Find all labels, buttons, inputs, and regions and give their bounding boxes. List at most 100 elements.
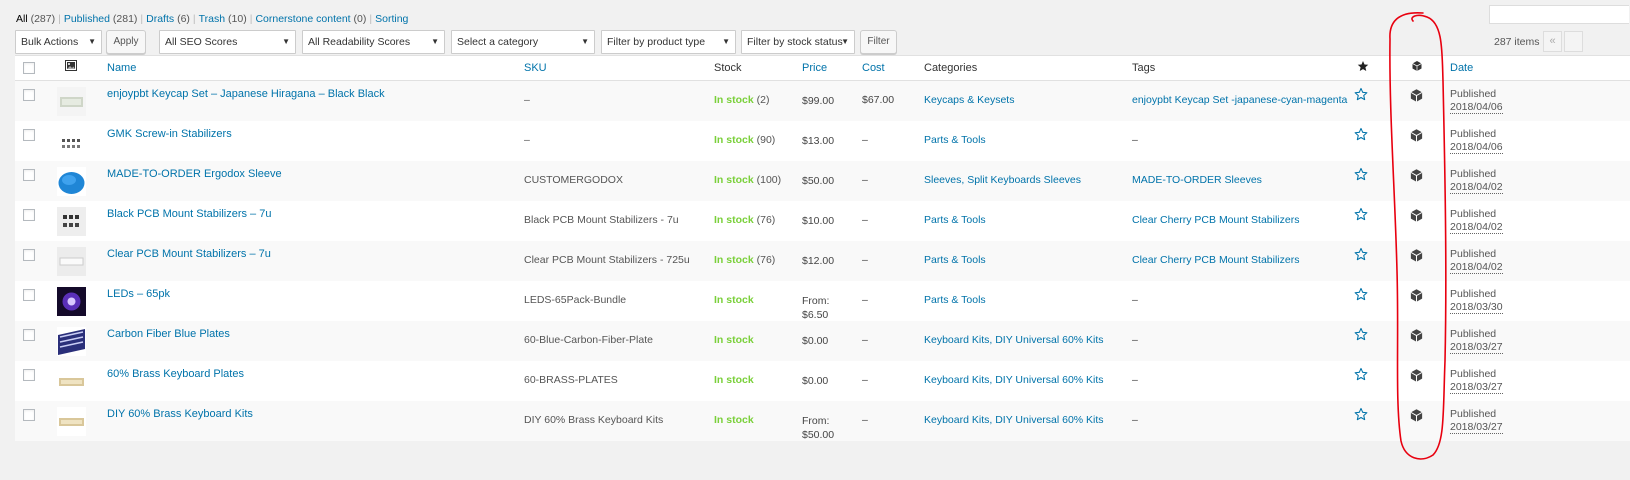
status-link-all[interactable]: All	[16, 13, 28, 25]
product-thumbnail[interactable]	[57, 287, 86, 316]
filter-button[interactable]: Filter	[860, 30, 897, 54]
star-outline-icon[interactable]	[1354, 207, 1368, 224]
product-thumbnail[interactable]	[57, 247, 86, 276]
status-link-published[interactable]: Published	[64, 13, 110, 25]
row-checkbox[interactable]	[23, 209, 35, 221]
product-thumbnail[interactable]	[57, 207, 86, 236]
star-outline-icon[interactable]	[1354, 167, 1368, 184]
first-page-button[interactable]: «	[1543, 31, 1562, 52]
product-categories[interactable]: Keyboard Kits, DIY Universal 60% Kits	[924, 334, 1104, 346]
status-link-cornerstone-content[interactable]: Cornerstone content	[255, 13, 350, 25]
chevron-down-icon: ▼	[431, 37, 439, 46]
category-value: Select a category	[457, 36, 539, 48]
star-outline-icon[interactable]	[1354, 407, 1368, 424]
product-name-link[interactable]: DIY 60% Brass Keyboard Kits	[107, 408, 253, 420]
product-thumbnail[interactable]	[57, 367, 86, 396]
status-count: (10)	[228, 13, 247, 25]
apply-button[interactable]: Apply	[106, 30, 146, 54]
product-price: $13.00	[802, 134, 834, 148]
column-price[interactable]: Price	[802, 62, 827, 74]
product-name-link[interactable]: Carbon Fiber Blue Plates	[107, 328, 230, 340]
stock-status: In stock	[714, 414, 754, 426]
product-name-link[interactable]: Clear PCB Mount Stabilizers – 7u	[107, 248, 271, 260]
star-outline-icon[interactable]	[1354, 127, 1368, 144]
star-outline-icon[interactable]	[1354, 287, 1368, 304]
product-tags[interactable]: MADE-TO-ORDER Sleeves	[1132, 174, 1262, 186]
chevron-down-icon: ▼	[88, 37, 96, 46]
product-cost: –	[862, 414, 868, 426]
status-link-trash[interactable]: Trash	[199, 13, 225, 25]
star-outline-icon[interactable]	[1354, 327, 1368, 344]
row-checkbox[interactable]	[23, 289, 35, 301]
product-categories[interactable]: Parts & Tools	[924, 134, 986, 146]
stock-status: In stock (76)	[714, 214, 775, 226]
product-date: Published 2018/03/27	[1450, 328, 1503, 354]
product-type-select[interactable]: Filter by product type ▼	[601, 30, 736, 54]
product-name-link[interactable]: MADE-TO-ORDER Ergodox Sleeve	[107, 168, 282, 180]
product-sku: DIY 60% Brass Keyboard Kits	[524, 414, 664, 426]
product-thumbnail[interactable]	[57, 327, 86, 356]
product-type-cube-icon	[1409, 368, 1424, 386]
product-categories[interactable]: Keycaps & Keysets	[924, 94, 1014, 106]
column-sku[interactable]: SKU	[524, 62, 547, 74]
price-line-2: $6.50	[802, 309, 829, 321]
product-name-link[interactable]: enjoypbt Keycap Set – Japanese Hiragana …	[107, 88, 385, 100]
column-cost[interactable]: Cost	[862, 62, 885, 74]
product-name-link[interactable]: Black PCB Mount Stabilizers – 7u	[107, 208, 271, 220]
star-filled-icon[interactable]	[1357, 60, 1369, 75]
status-link-drafts[interactable]: Drafts	[146, 13, 174, 25]
product-name-link[interactable]: LEDs – 65pk	[107, 288, 170, 300]
search-input[interactable]	[1489, 5, 1629, 24]
product-categories[interactable]: Keyboard Kits, DIY Universal 60% Kits	[924, 414, 1104, 426]
product-cost: –	[862, 294, 868, 306]
product-tags[interactable]: Clear Cherry PCB Mount Stabilizers	[1132, 254, 1299, 266]
date-value: 2018/04/02	[1450, 221, 1503, 234]
product-categories[interactable]: Keyboard Kits, DIY Universal 60% Kits	[924, 374, 1104, 386]
product-date: Published 2018/04/02	[1450, 208, 1503, 234]
in-stock-label: In stock	[714, 214, 754, 226]
row-checkbox[interactable]	[23, 329, 35, 341]
product-tags[interactable]: enjoypbt Keycap Set -japanese-cyan-magen…	[1132, 94, 1347, 106]
select-all-checkbox[interactable]	[23, 62, 35, 74]
product-tags[interactable]: Clear Cherry PCB Mount Stabilizers	[1132, 214, 1299, 226]
column-date[interactable]: Date	[1450, 62, 1473, 74]
product-thumbnail[interactable]	[57, 167, 86, 196]
stock-qty: (76)	[756, 254, 776, 266]
product-name-link[interactable]: 60% Brass Keyboard Plates	[107, 368, 244, 380]
product-categories[interactable]: Parts & Tools	[924, 294, 986, 306]
row-checkbox[interactable]	[23, 129, 35, 141]
row-checkbox[interactable]	[23, 169, 35, 181]
product-thumbnail[interactable]	[57, 87, 86, 116]
product-name-link[interactable]: GMK Screw-in Stabilizers	[107, 128, 232, 140]
readability-score-select[interactable]: All Readability Scores ▼	[302, 30, 445, 54]
star-outline-icon[interactable]	[1354, 367, 1368, 384]
bulk-actions-select[interactable]: Bulk Actions ▼	[15, 30, 102, 54]
star-outline-icon[interactable]	[1354, 247, 1368, 264]
date-value: 2018/03/27	[1450, 381, 1503, 394]
table-row: Black PCB Mount Stabilizers – 7u Black PC…	[15, 201, 1630, 241]
star-outline-icon[interactable]	[1354, 87, 1368, 104]
row-checkbox[interactable]	[23, 249, 35, 261]
product-categories[interactable]: Parts & Tools	[924, 254, 986, 266]
product-type-value: Filter by product type	[607, 36, 706, 48]
product-thumbnail[interactable]	[57, 127, 86, 156]
price-line: $99.00	[802, 95, 835, 107]
status-count: (287)	[30, 13, 56, 25]
prev-page-button[interactable]	[1564, 31, 1583, 52]
status-link-sorting[interactable]: Sorting	[375, 13, 408, 25]
product-sku: 60-BRASS-PLATES	[524, 374, 618, 386]
product-categories[interactable]: Sleeves, Split Keyboards Sleeves	[924, 174, 1081, 186]
seo-score-select[interactable]: All SEO Scores ▼	[159, 30, 296, 54]
row-checkbox[interactable]	[23, 409, 35, 421]
table-body: enjoypbt Keycap Set – Japanese Hiragana …	[15, 81, 1630, 441]
stock-status-select[interactable]: Filter by stock status ▼	[741, 30, 855, 54]
row-checkbox[interactable]	[23, 89, 35, 101]
separator: |	[369, 13, 373, 25]
category-select[interactable]: Select a category ▼	[451, 30, 595, 54]
product-thumbnail[interactable]	[57, 407, 86, 436]
stock-status-value: Filter by stock status	[747, 36, 843, 48]
column-name[interactable]: Name	[107, 62, 136, 74]
bulk-actions-value: Bulk Actions	[21, 36, 79, 48]
row-checkbox[interactable]	[23, 369, 35, 381]
product-categories[interactable]: Parts & Tools	[924, 214, 986, 226]
